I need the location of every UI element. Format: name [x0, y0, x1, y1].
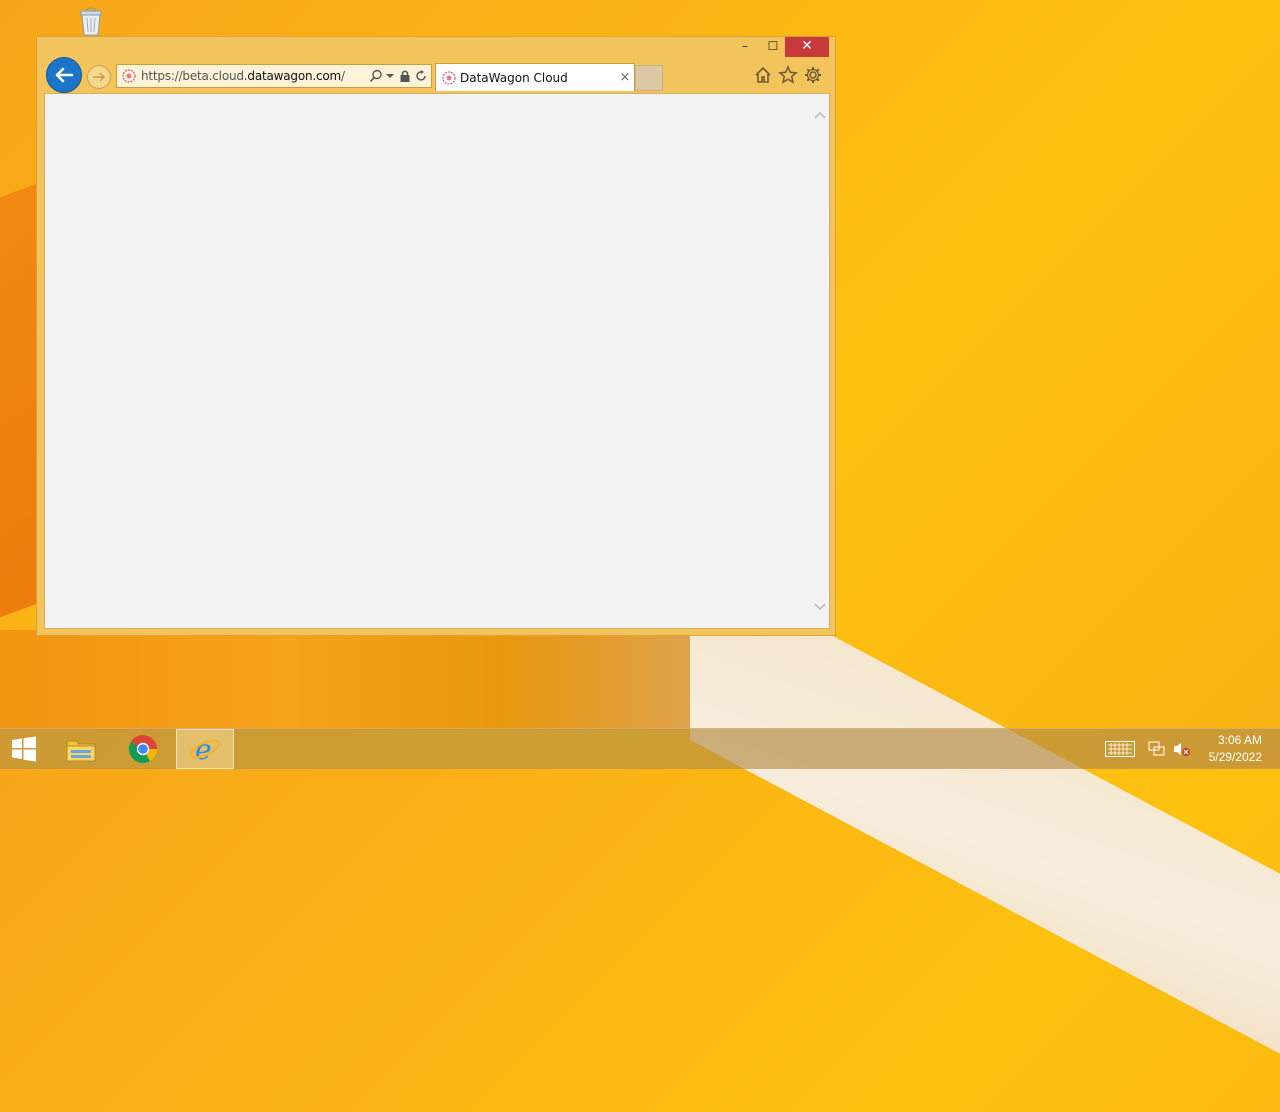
- refresh-icon[interactable]: [415, 69, 427, 83]
- tab-title: DataWagon Cloud: [460, 70, 568, 85]
- wallpaper-shape-light: [690, 560, 1280, 1112]
- volume-muted-icon[interactable]: [1173, 741, 1191, 757]
- forward-arrow-icon: [93, 72, 105, 82]
- minimize-button[interactable]: –: [731, 37, 759, 57]
- dropdown-arrow-icon[interactable]: [385, 71, 395, 81]
- address-bar[interactable]: https://beta.cloud.datawagon.com/: [116, 64, 432, 88]
- url-prefix: https://beta.cloud.: [141, 69, 248, 83]
- close-button[interactable]: ✕: [785, 37, 829, 57]
- svg-text:e: e: [195, 734, 212, 764]
- url-text[interactable]: https://beta.cloud.datawagon.com/: [141, 69, 369, 83]
- tab-close-button[interactable]: ×: [616, 70, 634, 85]
- browser-window: – ☐ ✕ https://beta.cloud.datawagon.com/: [36, 36, 836, 636]
- taskbar: e 3:06 AM 5/29/2022: [0, 728, 1280, 769]
- url-domain: datawagon.com: [247, 69, 342, 83]
- tab-favicon-icon: [442, 70, 456, 85]
- back-button[interactable]: [46, 57, 82, 93]
- forward-button[interactable]: [87, 65, 111, 89]
- navigation-bar: https://beta.cloud.datawagon.com/ DataWa…: [37, 57, 835, 93]
- maximize-button[interactable]: ☐: [759, 37, 787, 57]
- favorites-star-icon[interactable]: [778, 65, 798, 85]
- system-clock[interactable]: 3:06 AM 5/29/2022: [1209, 732, 1262, 766]
- internet-explorer-icon[interactable]: e: [176, 729, 234, 769]
- settings-gear-icon[interactable]: [803, 65, 823, 85]
- network-icon[interactable]: [1148, 741, 1166, 757]
- chrome-icon[interactable]: [114, 729, 172, 769]
- title-bar[interactable]: – ☐ ✕: [37, 37, 835, 59]
- tab-datawagon-cloud[interactable]: DataWagon Cloud ×: [435, 63, 635, 91]
- lock-icon[interactable]: [399, 69, 411, 83]
- clock-time: 3:06 AM: [1217, 733, 1262, 747]
- start-button[interactable]: [0, 729, 48, 769]
- page-content-area[interactable]: [44, 93, 830, 629]
- back-arrow-icon: [55, 67, 74, 83]
- home-icon[interactable]: [753, 65, 773, 85]
- new-tab-button[interactable]: [635, 65, 663, 91]
- wallpaper-shape-bottom: [0, 630, 720, 730]
- touch-keyboard-icon[interactable]: [1105, 741, 1135, 757]
- recycle-bin-icon[interactable]: [78, 6, 104, 36]
- scroll-up-arrow-icon[interactable]: [813, 108, 827, 122]
- url-suffix: /: [341, 69, 345, 83]
- file-explorer-icon[interactable]: [52, 729, 110, 769]
- search-icon[interactable]: [369, 69, 383, 83]
- site-favicon-icon: [122, 69, 136, 83]
- clock-date: 5/29/2022: [1208, 750, 1262, 764]
- windows-logo-icon: [12, 736, 36, 762]
- scroll-down-arrow-icon[interactable]: [813, 600, 827, 614]
